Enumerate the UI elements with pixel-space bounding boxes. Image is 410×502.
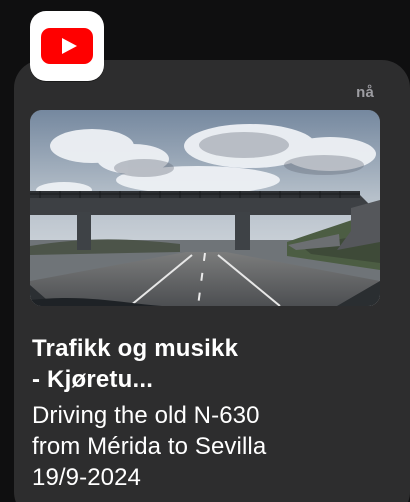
youtube-icon [41,28,93,64]
youtube-app-icon[interactable] [30,11,104,81]
thumbnail-image [30,110,380,306]
notification-title: Trafikk og musikk - Kjøretu... [32,335,239,393]
notification-screen: nå Trafikk og musikk - Kjøretu... Drivin… [0,0,410,502]
notification-timestamp: nå [356,84,374,101]
video-thumbnail[interactable] [30,110,380,306]
notification-body: Driving the old N-630 from Mérida to Sev… [32,402,267,491]
